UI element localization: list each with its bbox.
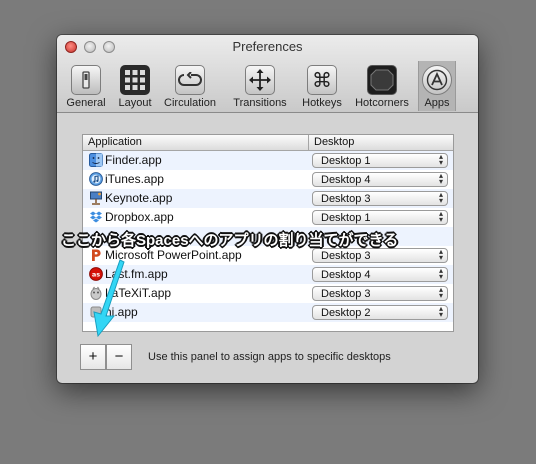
circulation-loop-icon — [175, 65, 205, 95]
command-key-icon: ⌘ — [307, 65, 337, 95]
select-arrows-icon: ▴ ▾ — [438, 171, 443, 186]
desktop-select[interactable]: Desktop 4 ▴ ▾ — [312, 172, 448, 187]
table-row[interactable]: Keynote.app Desktop 3 ▴ ▾ — [83, 189, 453, 208]
desktop-select[interactable]: Desktop 4 ▴ ▾ — [312, 267, 448, 282]
hotcorners-icon — [367, 65, 397, 95]
tab-hotkeys[interactable]: ⌘ Hotkeys — [297, 61, 347, 111]
column-header-application[interactable]: Application — [88, 136, 142, 148]
table-row[interactable]: LaTeXiT.app Desktop 3 ▴ ▾ — [83, 284, 453, 303]
column-header-desktop[interactable]: Desktop — [314, 136, 354, 148]
table-row[interactable]: as Last.fm.app Desktop 4 ▴ ▾ — [83, 265, 453, 284]
desktop-select[interactable]: Desktop 3 ▴ ▾ — [312, 248, 448, 263]
add-app-button[interactable]: + — [80, 344, 106, 370]
desktop-select[interactable]: Desktop 3 ▴ ▾ — [312, 286, 448, 301]
app-name: Keynote.app — [105, 191, 173, 205]
tab-apps[interactable]: Apps — [418, 61, 456, 111]
column-divider — [308, 135, 309, 150]
tab-layout[interactable]: Layout — [113, 61, 157, 111]
tab-general[interactable]: General — [62, 61, 110, 111]
desktop-select[interactable]: Desktop 3 ▴ ▾ — [312, 191, 448, 206]
select-arrows-icon: ▴ ▾ — [438, 266, 443, 281]
itunes-icon — [89, 172, 103, 186]
keynote-icon — [90, 191, 102, 205]
move-arrows-icon — [245, 65, 275, 95]
panel-hint-text: Use this panel to assign apps to specifi… — [148, 351, 391, 363]
tab-general-label: General — [66, 97, 106, 109]
select-arrows-icon: ▴ ▾ — [438, 285, 443, 300]
desktop-select[interactable]: Desktop 1 ▴ ▾ — [312, 153, 448, 168]
table-header: Application Desktop — [83, 135, 453, 151]
dropbox-icon — [90, 211, 102, 223]
desktop-select[interactable]: Desktop 2 ▴ ▾ — [312, 305, 448, 320]
app-name: Dropbox.app — [105, 210, 174, 224]
tab-transitions-label: Transitions — [233, 97, 287, 109]
general-switch-icon — [71, 65, 101, 95]
toolbar: Preferences General Layout Circulation T… — [57, 35, 478, 113]
window-title: Preferences — [232, 39, 303, 54]
select-arrows-icon: ▴ ▾ — [438, 304, 443, 319]
select-arrows-icon: ▴ ▾ — [438, 190, 443, 205]
select-arrows-icon: ▴ ▾ — [438, 247, 443, 262]
remove-app-button[interactable]: − — [106, 344, 132, 370]
app-name: Finder.app — [105, 153, 162, 167]
select-arrows-icon: ▴ ▾ — [438, 152, 443, 167]
tab-circulation[interactable]: Circulation — [160, 61, 220, 111]
table-row[interactable]: hi.app Desktop 2 ▴ ▾ — [83, 303, 453, 322]
table-row[interactable]: Finder.app Desktop 1 ▴ ▾ — [83, 151, 453, 170]
grid-layout-icon — [120, 65, 150, 95]
tab-circulation-label: Circulation — [164, 97, 216, 109]
select-arrows-icon: ▴ ▾ — [438, 209, 443, 224]
finder-icon — [89, 153, 103, 167]
table-row[interactable]: Dropbox.app Desktop 1 ▴ ▾ — [83, 208, 453, 227]
annotation-banner: ここから各Spacesへのアプリの割り当てができる — [61, 232, 399, 249]
app-name: iTunes.app — [105, 172, 164, 186]
tab-apps-label: Apps — [424, 97, 450, 109]
callout-arrow-icon — [93, 259, 125, 338]
desktop-select[interactable]: Desktop 1 ▴ ▾ — [312, 210, 448, 225]
tab-layout-label: Layout — [118, 97, 152, 109]
tab-hotkeys-label: Hotkeys — [302, 97, 342, 109]
tab-hotcorners-label: Hotcorners — [355, 97, 409, 109]
tab-hotcorners[interactable]: Hotcorners — [350, 61, 414, 111]
tab-transitions[interactable]: Transitions — [228, 61, 292, 111]
apps-store-icon — [422, 65, 452, 95]
table-row[interactable]: iTunes.app Desktop 4 ▴ ▾ — [83, 170, 453, 189]
